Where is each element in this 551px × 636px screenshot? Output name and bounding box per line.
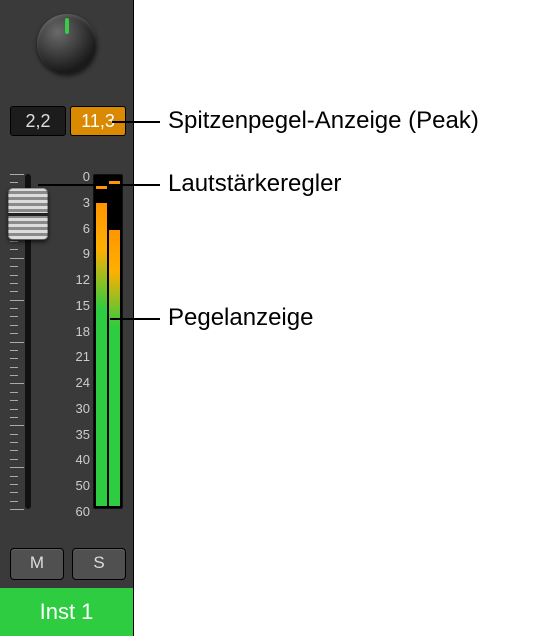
volume-fader[interactable] [8,188,48,240]
db-scale-label: 18 [76,325,90,338]
db-scale-label: 3 [83,196,90,209]
peak-display: 2,2 11,3 [10,106,126,136]
channel-name-label[interactable]: Inst 1 [0,588,133,636]
db-scale-label: 6 [83,222,90,235]
db-scale-label: 12 [76,273,90,286]
pan-knob[interactable] [37,14,97,74]
meter-right [109,177,120,506]
db-scale-label: 35 [76,428,90,441]
callout-fader-text: Lautstärkeregler [168,170,341,197]
db-scale-label: 40 [76,453,90,466]
meter-left [96,177,107,506]
callout-meter-text: Pegelanzeige [168,304,313,331]
mute-solo-row: M S [10,548,126,580]
callout-line-icon [110,318,160,320]
meter-left-fill [96,203,107,506]
callout-line-icon [38,184,160,186]
db-scale-label: 15 [76,299,90,312]
callout-meter: Pegelanzeige [168,304,313,332]
db-scale-label: 24 [76,376,90,389]
peak-left-value[interactable]: 2,2 [10,106,66,136]
db-scale-label: 21 [76,350,90,363]
fader-meter-area: 0 3 6 9 12 15 18 21 24 30 35 40 50 60 [5,162,125,532]
meter-right-fill [109,230,120,506]
db-scale-label: 50 [76,479,90,492]
db-scale-label: 60 [76,505,90,518]
callout-fader: Lautstärkeregler [168,170,341,198]
pan-pointer-icon [65,18,69,34]
db-scale-label: 30 [76,402,90,415]
callout-line-icon [112,121,160,123]
solo-button[interactable]: S [72,548,126,580]
callout-peak-text: Spitzenpegel-Anzeige (Peak) [168,107,479,134]
mute-button[interactable]: M [10,548,64,580]
callout-peak: Spitzenpegel-Anzeige (Peak) [168,107,479,135]
level-meter [93,174,123,509]
db-scale-label: 9 [83,247,90,260]
db-scale-label: 0 [83,170,90,183]
